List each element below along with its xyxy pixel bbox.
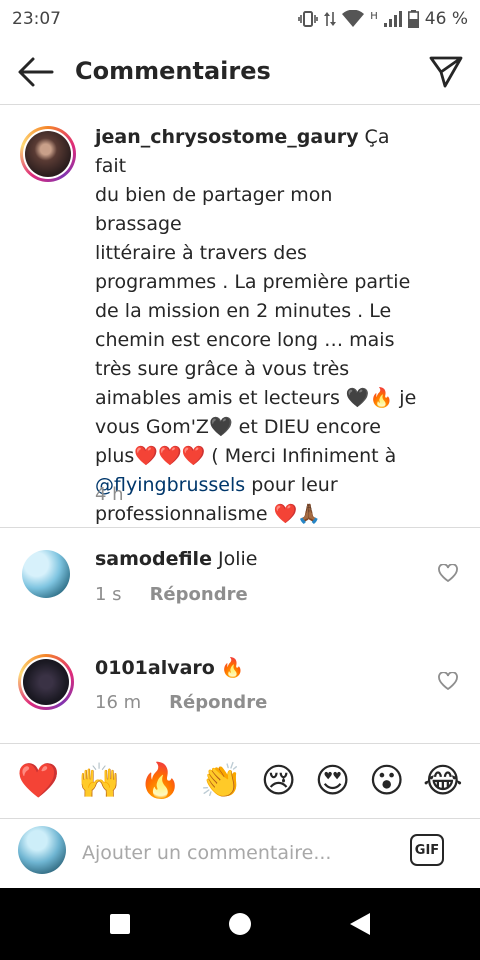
emoji-clap-button[interactable]: 👏 [200, 764, 242, 798]
share-button[interactable] [428, 54, 464, 90]
comment-text: 0101alvaro 🔥 [95, 657, 245, 679]
heart-outline-icon[interactable] [438, 672, 458, 690]
arrow-left-icon [18, 57, 54, 87]
comment-avatar[interactable] [18, 654, 74, 710]
comment-meta: 16 m Répondre [95, 692, 267, 713]
comment-time: 1 s [95, 584, 122, 605]
comment-avatar[interactable] [22, 550, 70, 598]
emoji-raised-hands-button[interactable]: 🙌 [78, 764, 120, 798]
caption-username[interactable]: jean_chrysostome_gaury [95, 126, 359, 148]
status-bar: 23:07 H 46 % [0, 0, 480, 38]
caption-meta: 4 h [95, 484, 124, 505]
system-nav-bar [0, 888, 480, 960]
comment-text: samodefile Jolie [95, 548, 258, 570]
reply-button[interactable]: Répondre [169, 692, 267, 713]
emoji-heart-eyes-button[interactable]: 😍 [315, 764, 350, 798]
paper-plane-icon [429, 56, 463, 88]
caption-divider [0, 527, 480, 528]
data-arrows-icon [324, 12, 337, 26]
status-icons: H 46 % [298, 9, 468, 29]
comment-username[interactable]: 0101alvaro [95, 657, 215, 679]
square-icon [110, 914, 130, 934]
comment-meta: 1 s Répondre [95, 584, 248, 605]
caption-text: jean_chrysostome_gaury Ça fait du bien d… [95, 126, 417, 525]
battery-level: 46 % [424, 9, 468, 29]
avatar [23, 659, 69, 705]
comment-username[interactable]: samodefile [95, 548, 212, 570]
header: Commentaires [0, 38, 480, 104]
caption-avatar[interactable] [20, 126, 76, 182]
recents-button[interactable] [96, 900, 144, 948]
comment-input[interactable] [82, 838, 382, 868]
emoji-crying-button[interactable]: 😢 [261, 764, 296, 798]
emoji-laughing-button[interactable]: 😂 [423, 764, 463, 798]
back-button[interactable] [16, 56, 56, 88]
page-title: Commentaires [75, 57, 271, 85]
comment-input-row: GIF [0, 818, 480, 888]
wifi-icon [342, 10, 365, 27]
signal-icon [383, 11, 402, 27]
network-type: H [370, 10, 378, 22]
gif-button[interactable]: GIF [410, 834, 444, 866]
emoji-heart-button[interactable]: ❤️ [17, 764, 59, 798]
battery-icon [407, 10, 419, 28]
home-button[interactable] [216, 900, 264, 948]
avatar [25, 131, 71, 177]
reply-button[interactable]: Répondre [150, 584, 248, 605]
circle-icon [229, 913, 251, 935]
status-time: 23:07 [12, 9, 61, 29]
avatar [18, 826, 66, 874]
emoji-fire-button[interactable]: 🔥 [139, 764, 181, 798]
emoji-quick-bar: ❤️ 🙌 🔥 👏 😢 😍 😮 😂 [0, 744, 480, 818]
back-nav-button[interactable] [336, 900, 384, 948]
comment-time: 16 m [95, 692, 142, 713]
header-divider [0, 104, 480, 105]
vibrate-icon [298, 11, 319, 27]
heart-outline-icon[interactable] [438, 564, 458, 582]
caption-time: 4 h [95, 484, 124, 505]
emoji-surprised-button[interactable]: 😮 [369, 764, 404, 798]
triangle-back-icon [350, 913, 370, 935]
